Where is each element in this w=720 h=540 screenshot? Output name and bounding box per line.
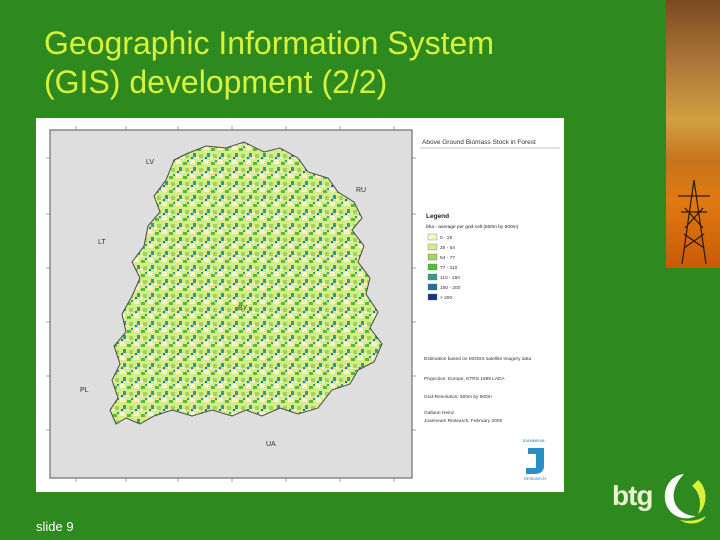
country-label-ru: RU (356, 187, 366, 194)
country-label-pl: PL (80, 387, 89, 394)
btg-swirl-icon (664, 474, 706, 524)
slide-number: slide 9 (36, 519, 74, 534)
power-pylon-icon (678, 179, 710, 264)
legend-swatch (427, 263, 438, 271)
legend-swatch (427, 293, 438, 301)
legend-item: 77 - 110 (427, 263, 458, 271)
legend-item: > 200 (427, 293, 452, 301)
map-title: Above Ground Biomass Stock in Forest (422, 139, 536, 146)
country-label-lv: LV (146, 159, 154, 166)
legend-label: 54 - 77 (440, 255, 455, 261)
joanneum-research-logo: JOANNEUM RESEARCH (522, 438, 546, 481)
legend-subtitle: bha - average per grid-cell (500m by 500… (426, 224, 519, 230)
decorative-photo-strip (666, 0, 720, 268)
btg-logo: btg (612, 470, 708, 532)
map-svg: LV RU LT BY PL UA Above Ground Biomass S… (46, 126, 560, 482)
legend-label: 110 - 150 (440, 275, 460, 281)
note-org-date: Joanneum Research, February 2008 (424, 418, 502, 424)
logo-j-icon (526, 448, 544, 474)
legend-swatch (427, 283, 438, 291)
legend-item: 54 - 77 (427, 253, 455, 261)
legend-label: 25 - 54 (440, 245, 455, 251)
legend-label: > 200 (440, 295, 452, 301)
legend-label: 77 - 110 (440, 265, 458, 271)
legend-list: 0 - 25 25 - 54 54 - 77 77 - 110 110 - 150 150… (427, 233, 461, 301)
legend-item: 110 - 150 (427, 273, 460, 281)
biomass-map-figure: LV RU LT BY PL UA Above Ground Biomass S… (36, 118, 564, 492)
legend-item: 25 - 54 (427, 243, 455, 251)
country-label-lt: LT (98, 239, 106, 246)
legend-title: Legend (426, 213, 449, 220)
note-author: Gallaun Heinz (424, 410, 455, 416)
country-label-by: BY (238, 305, 248, 312)
slide-title-line-2: (GIS) development (2/2) (44, 64, 388, 100)
btg-logo-text: btg (612, 480, 654, 511)
note-resolution: Grid-Resolution: 500m by 500m (424, 394, 492, 400)
legend-swatch (427, 253, 438, 261)
note-projection: Projection: Europe, ETRS 1989 LAEA (424, 376, 505, 382)
country-label-ua: UA (266, 441, 276, 448)
slide-title-line-1: Geographic Information System (44, 25, 494, 61)
legend-item: 150 - 200 (427, 283, 461, 291)
legend-item: 0 - 25 (427, 233, 453, 241)
note-basis: Estimation based on MODIS satellite imag… (424, 356, 532, 362)
legend-swatch (427, 243, 438, 251)
legend-swatch (427, 273, 438, 281)
logo-text-bottom: RESEARCH (524, 476, 546, 481)
legend-label: 0 - 25 (440, 235, 453, 241)
legend-swatch (427, 233, 438, 241)
logo-text-top: JOANNEUM (522, 438, 544, 443)
slide-title: Geographic Information System (GIS) deve… (44, 24, 644, 102)
legend-label: 150 - 200 (440, 285, 461, 291)
